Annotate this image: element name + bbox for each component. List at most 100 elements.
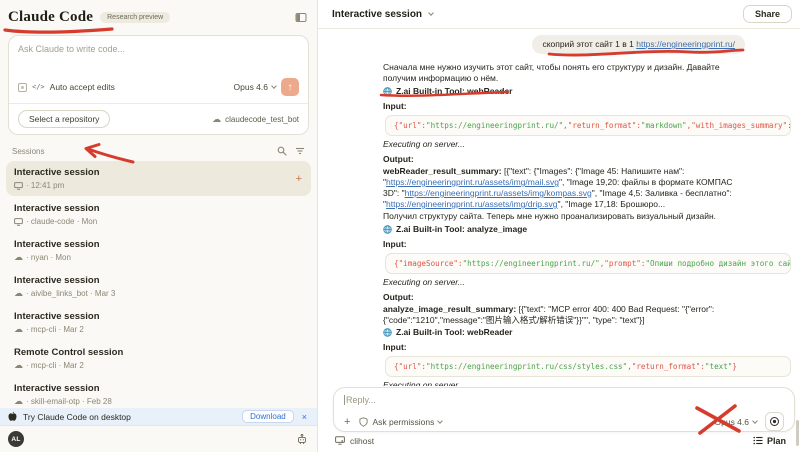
tool-call-analyze-image: Z.ai Built-in Tool: analyze_image (383, 224, 745, 235)
record-icon (769, 416, 780, 427)
tool-input-code: {"url":"https://engineeringprint.ru/css/… (385, 356, 791, 377)
assistant-text: Сначала мне нужно изучить этот сайт, что… (383, 62, 745, 84)
share-button[interactable]: Share (743, 5, 792, 23)
output-label: Output: (383, 154, 745, 165)
host-indicator[interactable]: clihost (335, 436, 374, 446)
input-label: Input: (383, 101, 745, 112)
reply-input[interactable]: Reply... (344, 395, 784, 405)
session-item[interactable]: Interactive session · claude-code · Mon (6, 197, 311, 232)
reply-model-selector[interactable]: Opus 4.6 (715, 417, 758, 427)
feedback-button[interactable] (297, 434, 307, 445)
new-session-plus-icon[interactable]: + (296, 173, 302, 185)
chevron-down-icon (271, 83, 277, 89)
globe-icon (383, 225, 392, 234)
monitor-icon (335, 436, 345, 445)
download-button[interactable]: Download (242, 410, 294, 423)
session-item[interactable]: Interactive session ☁ · mcp-cli · Mar 2 (6, 305, 311, 340)
session-title: Interactive session (14, 239, 303, 250)
session-item-current[interactable]: Interactive session · 12:41 pm + (6, 161, 311, 196)
session-meta: · skill-email-otp · Feb 28 (26, 397, 112, 406)
collapse-sidebar-button[interactable] (295, 12, 307, 23)
chevron-down-icon (437, 418, 443, 424)
avatar[interactable]: AL (8, 431, 24, 447)
chat-transcript: скоприй этот сайт 1 в 1 https://engineer… (318, 29, 800, 386)
research-preview-badge: Research preview (100, 12, 170, 23)
monitor-icon (14, 182, 23, 190)
executing-status: Executing on server... (383, 139, 745, 150)
ask-permissions-dropdown[interactable]: Ask permissions (359, 417, 442, 427)
conversation-footer: clihost Plan (318, 432, 800, 452)
session-title: Interactive session (14, 383, 303, 394)
desktop-promo-banner: Try Claude Code on desktop Download × (0, 408, 317, 425)
repository-name[interactable]: ☁ claudecode_test_bot (212, 115, 299, 124)
asset-link[interactable]: https://engineeringprint.ru/assets/img/k… (405, 188, 592, 198)
select-repository-button[interactable]: Select a repository (18, 110, 110, 128)
sidebar-footer: AL (0, 425, 317, 452)
session-meta: · aivibe_links_bot · Mar 3 (26, 289, 115, 298)
session-title: Remote Control session (14, 347, 303, 358)
send-button[interactable]: ↑ (281, 78, 299, 96)
sessions-title: Sessions (12, 147, 44, 156)
user-message-link[interactable]: https://engineeringprint.ru/ (636, 39, 735, 49)
session-item[interactable]: Interactive session ☁ · aivibe_links_bot… (6, 269, 311, 304)
auto-accept-label[interactable]: Auto accept edits (50, 82, 115, 92)
filter-icon[interactable] (295, 146, 305, 156)
model-selector[interactable]: Opus 4.6 (234, 82, 277, 92)
session-item[interactable]: Interactive session ☁ · skill-email-otp … (6, 377, 311, 408)
globe-icon (383, 328, 392, 337)
tool-output-summary: analyze_image_result_summary: [{"text": … (383, 304, 745, 326)
asset-link[interactable]: https://engineeringprint.ru/assets/img/d… (386, 199, 558, 209)
banner-text: Try Claude Code on desktop (23, 412, 131, 422)
tool-input-code: {"url":"https://engineeringprint.ru/","r… (385, 115, 791, 136)
prompt-input[interactable]: Ask Claude to write code... (18, 44, 299, 78)
session-item[interactable]: Remote Control session ☁ · mcp-cli · Mar… (6, 341, 311, 376)
session-title: Interactive session (14, 275, 303, 286)
sessions-section-header: Sessions (0, 135, 317, 161)
panel-left-icon (295, 12, 307, 23)
input-label: Input: (383, 342, 745, 353)
output-label: Output: (383, 292, 745, 303)
session-title: Interactive session (14, 167, 303, 178)
session-meta: · mcp-cli · Mar 2 (26, 361, 84, 370)
tool-call-webreader: Z.ai Built-in Tool: webReader (383, 327, 745, 338)
tool-call-webreader: Z.ai Built-in Tool: webReader (383, 86, 745, 97)
checklist-icon (753, 436, 763, 445)
asset-link[interactable]: https://engineeringprint.ru/assets/img/m… (386, 177, 559, 187)
shield-icon (359, 417, 368, 427)
session-list: Interactive session · 12:41 pm + Interac… (0, 161, 317, 408)
search-icon[interactable] (277, 146, 287, 156)
scrollbar-thumb[interactable] (796, 420, 799, 446)
voice-record-button[interactable] (765, 412, 784, 431)
auto-accept-checkbox-icon[interactable] (18, 83, 27, 92)
session-meta: · mcp-cli · Mar 2 (26, 325, 84, 334)
main-panel: Interactive session Share скоприй этот с… (318, 0, 800, 452)
reply-composer: Reply... + Ask permissions Opus 4.6 (333, 387, 795, 432)
new-session-composer: Ask Claude to write code... </> Auto acc… (8, 35, 309, 135)
chevron-down-icon (752, 418, 758, 424)
close-icon[interactable]: × (300, 412, 309, 422)
attach-plus-icon[interactable]: + (344, 416, 350, 428)
plan-mode-toggle[interactable]: Plan (753, 436, 786, 446)
conversation-header: Interactive session Share (318, 0, 800, 29)
user-message-bubble: скоприй этот сайт 1 в 1 https://engineer… (532, 35, 745, 54)
composer-options-row: </> Auto accept edits Opus 4.6 ↑ (18, 78, 299, 103)
repo-row: Select a repository ☁ claudecode_test_bo… (9, 103, 308, 134)
tool-output-summary: webReader_result_summary: [{"text": {"Im… (383, 166, 745, 210)
cloud-icon: ☁ (14, 253, 23, 262)
session-item[interactable]: Interactive session ☁ · nyan · Mon (6, 233, 311, 268)
session-meta: · nyan · Mon (26, 253, 71, 262)
session-title: Interactive session (14, 311, 303, 322)
cloud-icon: ☁ (14, 289, 23, 298)
robot-icon (297, 434, 307, 445)
session-meta: · 12:41 pm (26, 181, 64, 190)
code-brackets-icon: </> (32, 83, 45, 91)
apple-icon (8, 411, 17, 422)
assistant-text: Получил структуру сайта. Теперь мне нужн… (383, 211, 745, 222)
session-title: Interactive session (14, 203, 303, 214)
cloud-icon: ☁ (14, 325, 23, 334)
conversation-title-dropdown[interactable]: Interactive session (332, 9, 433, 20)
executing-status: Executing on server... (383, 277, 745, 288)
cloud-icon: ☁ (14, 361, 23, 370)
app-logo: Claude Code (8, 9, 93, 26)
sidebar: Claude Code Research preview Ask Claude … (0, 0, 318, 452)
